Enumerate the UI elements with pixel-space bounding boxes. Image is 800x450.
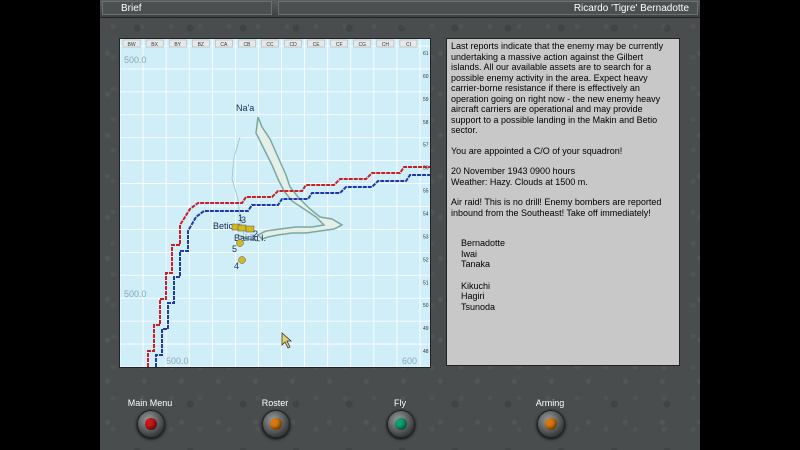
pilot-name: Ricardo 'Tigre' Bernadotte	[278, 1, 698, 15]
map-canvas[interactable]: BW BX BY BZ CA CB CC CD CE CF CG CH CI 6160595857565…	[119, 39, 430, 368]
marker-label-5: 5	[232, 244, 237, 254]
plane-marker	[238, 256, 246, 264]
row-header-label: 49	[423, 326, 429, 332]
row-header-label: 48	[423, 349, 429, 355]
briefing-text-panel: Last reports indicate that the enemy may…	[446, 38, 680, 366]
marker-label-2: 2	[253, 229, 258, 239]
tab-brief[interactable]: Brief	[102, 1, 272, 15]
row-header-label: 54	[423, 212, 429, 218]
main-menu-label: Main Menu	[127, 398, 173, 408]
flight-group-2: Kikuchi Hagiri Tsunoda	[461, 280, 496, 312]
scale-label-3: 500.0	[166, 356, 189, 366]
column-header-label: CH	[382, 42, 390, 48]
row-header-label: 52	[423, 257, 429, 263]
row-header-label: 55	[423, 189, 429, 195]
fly-button[interactable]	[387, 410, 415, 438]
column-header-label: CC	[266, 42, 274, 48]
place-label-naa: Na'a	[236, 103, 254, 113]
column-header-label: CG	[359, 42, 367, 48]
plane-marker	[237, 224, 247, 232]
brief-paragraph-situation: Last reports indicate that the enemy may…	[451, 41, 664, 135]
column-header-label: CD	[289, 42, 297, 48]
column-header-label: CE	[313, 42, 321, 48]
column-header-label: CA	[220, 42, 228, 48]
roster-label: Roster	[261, 398, 289, 408]
brief-paragraph-orders: Air raid! This is no drill! Enemy bomber…	[451, 197, 662, 218]
main-menu-light-icon	[145, 418, 157, 430]
arming-button[interactable]	[537, 410, 565, 438]
brief-paragraph-appointment: You are appointed a C/O of your squadron…	[451, 145, 623, 156]
roster-light-icon	[270, 418, 282, 430]
column-header-label: CB	[243, 42, 251, 48]
row-header-label: 61	[423, 51, 429, 57]
scale-label-2: 500.0	[124, 289, 147, 299]
row-header-label: 50	[423, 303, 429, 309]
column-header-label: BZ	[198, 42, 204, 48]
arming-light-icon	[545, 418, 557, 430]
marker-label-3: 3	[241, 215, 246, 225]
brief-paragraph-time-weather: 20 November 1943 0900 hours Weather: Haz…	[451, 166, 588, 187]
flight-group-1: Bernadotte Iwai Tanaka	[461, 238, 506, 269]
column-header-label: BY	[174, 42, 181, 48]
column-header-label: BX	[151, 42, 158, 48]
briefing-map[interactable]: BW BX BY BZ CA CB CC CD CE CF CG CH CI 61 60 59 58 57 56 5…	[119, 38, 431, 368]
column-header-label: CI	[406, 42, 411, 48]
scale-label-4: 600	[402, 356, 417, 366]
row-header-label: 53	[423, 234, 429, 240]
roster-button[interactable]	[262, 410, 290, 438]
fly-label: Fly	[394, 398, 406, 408]
main-menu-button[interactable]	[137, 410, 165, 438]
row-header-label: 59	[423, 97, 429, 103]
fly-light-icon	[395, 418, 407, 430]
arming-label: Arming	[535, 398, 565, 408]
row-header-label: 57	[423, 143, 429, 149]
column-header-label: CF	[336, 42, 343, 48]
scale-label-1: 500.0	[124, 55, 147, 65]
row-header-label: 58	[423, 120, 429, 126]
title-bar: Brief Ricardo 'Tigre' Bernadotte	[100, 0, 700, 18]
marker-label-4: 4	[234, 261, 239, 271]
place-label-betio: Betio	[213, 221, 234, 231]
row-header-label: 51	[423, 280, 429, 286]
column-header-label: BW	[128, 42, 136, 48]
row-header-label: 60	[423, 74, 429, 80]
plane-marker	[236, 239, 244, 247]
